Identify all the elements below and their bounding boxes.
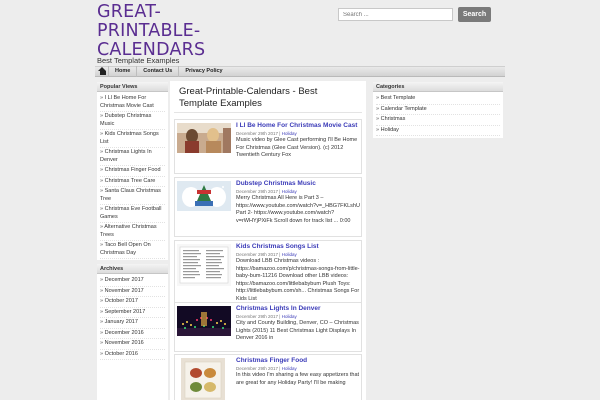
post-excerpt: Merry Christmas All Here is Part 3 – htt…: [236, 195, 360, 224]
list-item[interactable]: » Taco Bell Open On Christmas Day: [100, 241, 165, 259]
post-item: Dubstep Christmas Music December 29th 20…: [174, 177, 362, 237]
post-excerpt: City and County Building, Denver, CO – C…: [236, 320, 359, 341]
main-content: Great-Printable-Calendars - Best Templat…: [170, 81, 366, 400]
list-item[interactable]: » Christmas Tree Care: [100, 177, 165, 187]
post-thumbnail[interactable]: [177, 123, 231, 153]
site-description: Best Template Examples: [97, 56, 180, 65]
categories-widget: Categories » Best Template » Calendar Te…: [373, 82, 503, 138]
post-category[interactable]: Holiday: [282, 131, 297, 136]
post-title[interactable]: Christmas Finger Food: [236, 357, 361, 365]
list-item[interactable]: » November 2017: [100, 287, 165, 297]
list-item[interactable]: » Christmas Lights In Denver: [100, 148, 165, 166]
search-button[interactable]: Search: [458, 7, 491, 22]
post-meta: December 29th 2017 | Holiday: [236, 366, 297, 371]
list-item[interactable]: » October 2017: [100, 297, 165, 308]
main-nav: Home Contact Us Privacy Policy: [95, 66, 505, 77]
post-meta: December 29th 2017 | Holiday: [236, 252, 297, 257]
post-title[interactable]: Christmas Lights In Denver: [236, 305, 361, 313]
list-item[interactable]: » Calendar Template: [376, 105, 500, 115]
list-item[interactable]: » I Ll Be Home For Christmas Movie Cast: [100, 94, 165, 112]
list-item[interactable]: » Santa Claus Christmas Tree: [100, 187, 165, 205]
list-item[interactable]: » January 2017: [100, 318, 165, 329]
list-item[interactable]: » Dubstep Christmas Music: [100, 112, 165, 130]
list-item[interactable]: » November 2016: [100, 339, 165, 350]
list-item[interactable]: » Alternative Christmas Trees: [100, 223, 165, 241]
nav-item-privacy-policy[interactable]: Privacy Policy: [178, 66, 228, 77]
page-title: Great-Printable-Calendars - Best Templat…: [174, 81, 362, 113]
list-item[interactable]: » Kids Christmas Songs List: [100, 130, 165, 148]
post-item: I Ll Be Home For Christmas Movie Cast De…: [174, 119, 362, 174]
list-item[interactable]: » Holiday: [376, 126, 500, 136]
post-thumbnail[interactable]: [177, 181, 231, 211]
nav-item-home[interactable]: Home: [108, 66, 136, 77]
post-category[interactable]: Holiday: [282, 189, 297, 194]
post-category[interactable]: Holiday: [282, 252, 297, 257]
post-category[interactable]: Holiday: [282, 366, 297, 371]
post-item: Christmas Lights In Denver December 29th…: [174, 302, 362, 352]
list-item[interactable]: » Christmas: [376, 115, 500, 126]
post-meta: December 29th 2017 | Holiday: [236, 314, 297, 319]
list-item[interactable]: » Christmas Eve Football Games: [100, 205, 165, 223]
post-excerpt: Download LBB Christmas videos : https://…: [236, 258, 360, 302]
list-item[interactable]: » September 2017: [100, 308, 165, 318]
list-item[interactable]: » October 2016: [100, 350, 165, 360]
post-category[interactable]: Holiday: [282, 314, 297, 319]
list-item[interactable]: » December 2017: [100, 276, 165, 287]
home-icon[interactable]: [97, 67, 108, 76]
post-title[interactable]: Dubstep Christmas Music: [236, 180, 361, 188]
nav-item-contact-us[interactable]: Contact Us: [136, 66, 178, 77]
archives-widget: Archives » December 2017 » November 2017…: [97, 264, 168, 400]
list-item[interactable]: » Best Template: [376, 94, 500, 105]
post-title[interactable]: Kids Christmas Songs List: [236, 243, 361, 251]
site-header: GREAT-PRINTABLE-CALENDARS Best Template …: [0, 0, 600, 66]
post-meta: December 29th 2017 | Holiday: [236, 131, 297, 136]
post-item: Christmas Finger Food December 29th 2017…: [174, 354, 362, 400]
popular-views-widget: Popular Views » I Ll Be Home For Christm…: [97, 82, 168, 260]
list-item[interactable]: » Christmas Finger Food: [100, 166, 165, 177]
post-title[interactable]: I Ll Be Home For Christmas Movie Cast: [236, 122, 361, 130]
list-item[interactable]: » December 2016: [100, 329, 165, 339]
post-thumbnail[interactable]: [177, 244, 231, 286]
post-thumbnail[interactable]: [177, 306, 231, 336]
widget-title: Archives: [97, 264, 168, 274]
post-thumbnail[interactable]: [181, 358, 225, 400]
site-title[interactable]: GREAT-PRINTABLE-CALENDARS: [97, 3, 237, 60]
post-excerpt: Music video by Glee Cast performing I'll…: [236, 137, 358, 158]
search-input[interactable]: [338, 8, 453, 21]
widget-title: Categories: [373, 82, 503, 92]
widget-title: Popular Views: [97, 82, 168, 92]
post-excerpt: In this video I'm sharing a few easy app…: [236, 372, 360, 386]
post-meta: December 29th 2017 | Holiday: [236, 189, 297, 194]
